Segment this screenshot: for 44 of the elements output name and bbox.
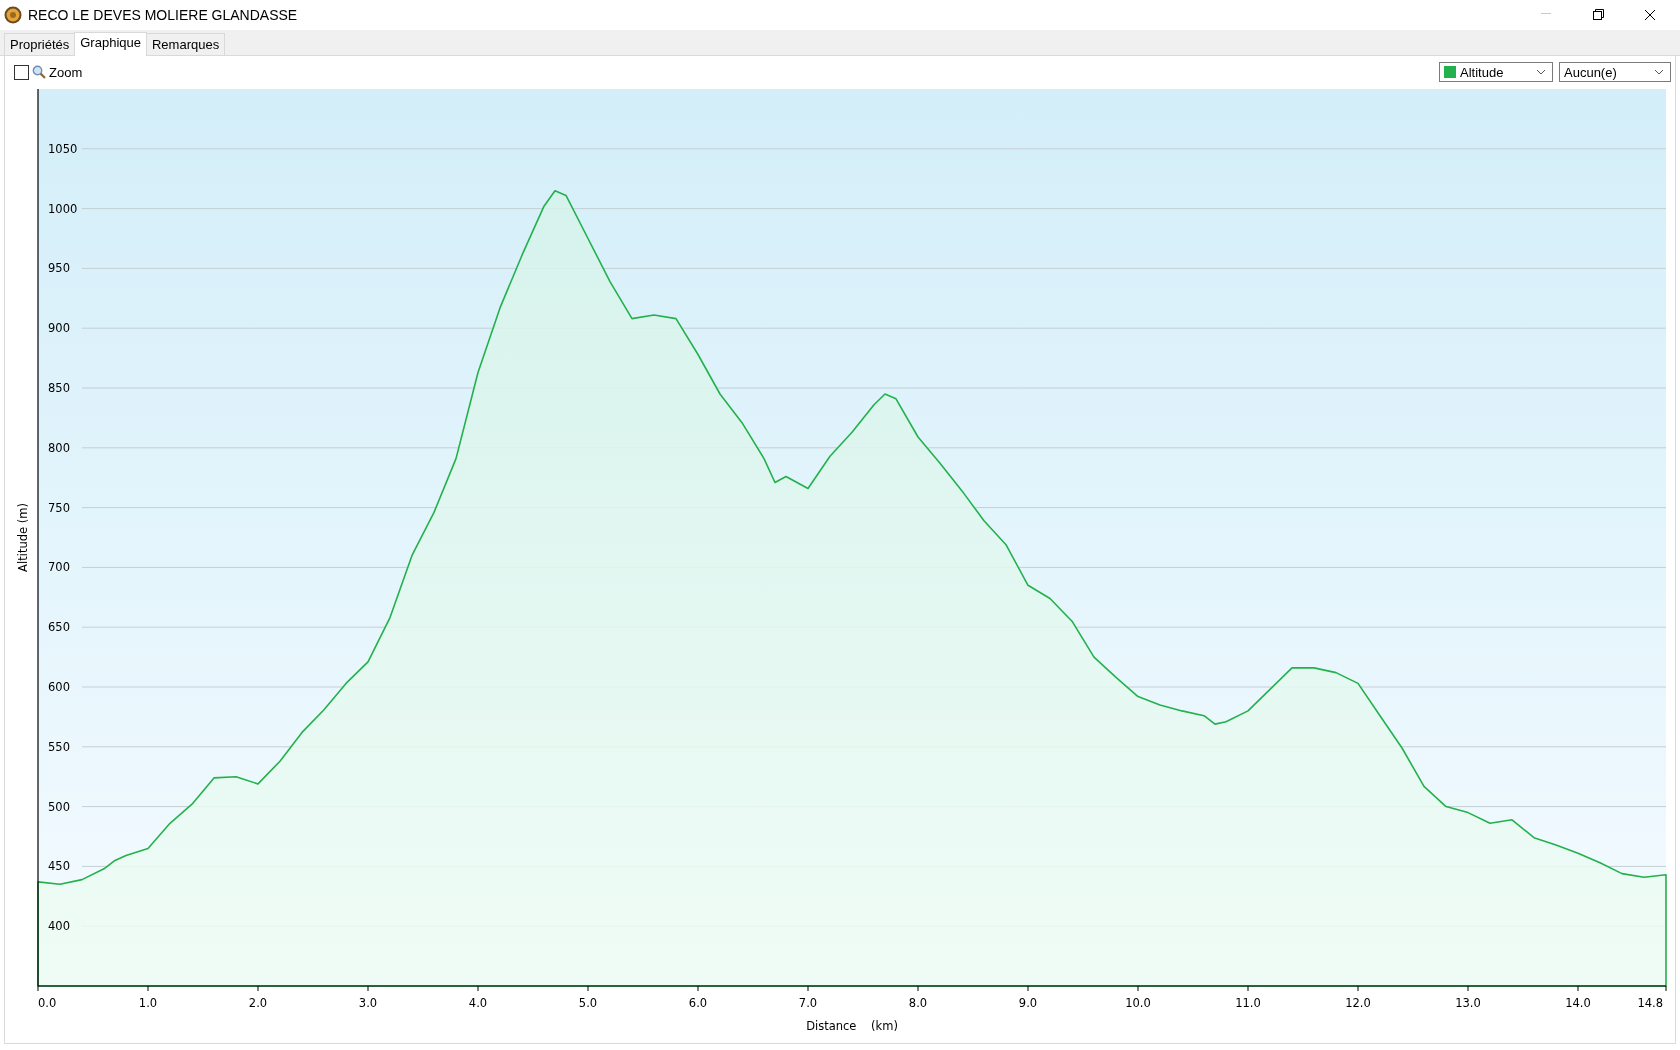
x-tick-label: 8.0 — [908, 996, 928, 1010]
x-tick-label: 9.0 — [1018, 996, 1038, 1010]
x-tick-label: 3.0 — [358, 996, 378, 1010]
y-tick-label: 700 — [48, 560, 70, 575]
dropdown[interactable]: Aucun(e) — [1559, 62, 1671, 82]
x-tick-label: 14.8 — [1637, 996, 1663, 1010]
y-tick-label: 450 — [48, 859, 70, 874]
x-tick-label: 2.0 — [248, 996, 268, 1010]
y-tick-label: 550 — [48, 739, 70, 754]
x-axis-title: Distance (km) — [806, 1019, 898, 1033]
zoom-label: Zoom — [49, 64, 83, 80]
x-tick-label: 11.0 — [1235, 996, 1261, 1010]
tab[interactable]: Propriétés — [4, 33, 76, 55]
x-tick-label: 7.0 — [798, 996, 818, 1010]
magnifier-icon — [32, 65, 46, 79]
y-tick-label: 750 — [48, 500, 70, 515]
x-tick-label: 1.0 — [138, 996, 158, 1010]
x-tick-label: 6.0 — [688, 996, 708, 1010]
y-tick-label: 1000 — [48, 201, 78, 216]
y-tick-label: 500 — [48, 799, 70, 814]
caret-icon — [1536, 69, 1546, 75]
app-icon — [4, 6, 22, 24]
x-tick-label: 13.0 — [1455, 996, 1481, 1010]
y-tick-label: 400 — [48, 919, 70, 934]
dropdown[interactable]: Altitude — [1439, 62, 1553, 82]
y-tick-label: 800 — [48, 440, 70, 455]
x-tick-label: 4.0 — [468, 996, 488, 1010]
x-tick-label: 14.0 — [1565, 996, 1591, 1010]
x-tick-label: 5.0 — [578, 996, 598, 1010]
tab[interactable]: Remarques — [145, 33, 226, 55]
y-tick-label: 900 — [48, 321, 70, 336]
x-tick-label: 12.0 — [1345, 996, 1371, 1010]
tab[interactable]: Graphique — [74, 32, 147, 56]
x-tick-label: 10.0 — [1125, 996, 1151, 1010]
y-tick-label: 600 — [48, 680, 70, 694]
window-title: RECO LE DEVES MOLIERE GLANDASSE — [28, 7, 299, 23]
y-tick-label: 650 — [48, 620, 70, 635]
y-tick-label: 950 — [48, 261, 70, 276]
y-tick-label: 1050 — [48, 141, 78, 156]
y-axis-title: Altitude (m) — [16, 503, 30, 572]
y-tick-label: 850 — [48, 381, 70, 395]
caret-icon — [1654, 69, 1664, 75]
zoom-checkbox[interactable] — [14, 64, 29, 80]
x-tick-label: 0.0 — [38, 996, 57, 1010]
